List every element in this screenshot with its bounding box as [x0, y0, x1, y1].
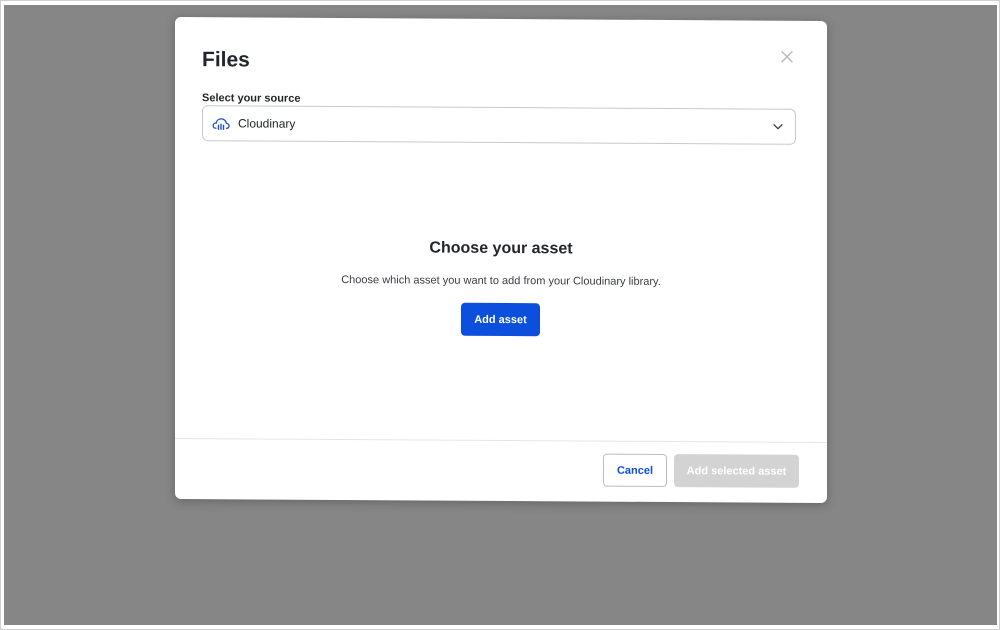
chevron-down-icon [772, 121, 784, 133]
source-select-value: Cloudinary [238, 116, 296, 131]
files-modal: Files Select your source Cloudinary Choo… [175, 17, 827, 503]
app-frame: Files Select your source Cloudinary Choo… [0, 0, 1000, 630]
empty-state-title: Choose your asset [429, 239, 573, 258]
add-asset-button[interactable]: Add asset [461, 302, 540, 337]
close-button[interactable] [778, 48, 796, 66]
add-selected-asset-button[interactable]: Add selected asset [674, 454, 799, 488]
cancel-button[interactable]: Cancel [603, 453, 667, 488]
empty-state-description: Choose which asset you want to add from … [341, 274, 661, 288]
cloudinary-cloud-icon [212, 116, 230, 130]
source-select[interactable]: Cloudinary [202, 105, 796, 145]
modal-title: Files [202, 48, 250, 72]
close-icon [781, 51, 793, 63]
source-label: Select your source [202, 92, 301, 105]
footer-divider [175, 438, 827, 443]
